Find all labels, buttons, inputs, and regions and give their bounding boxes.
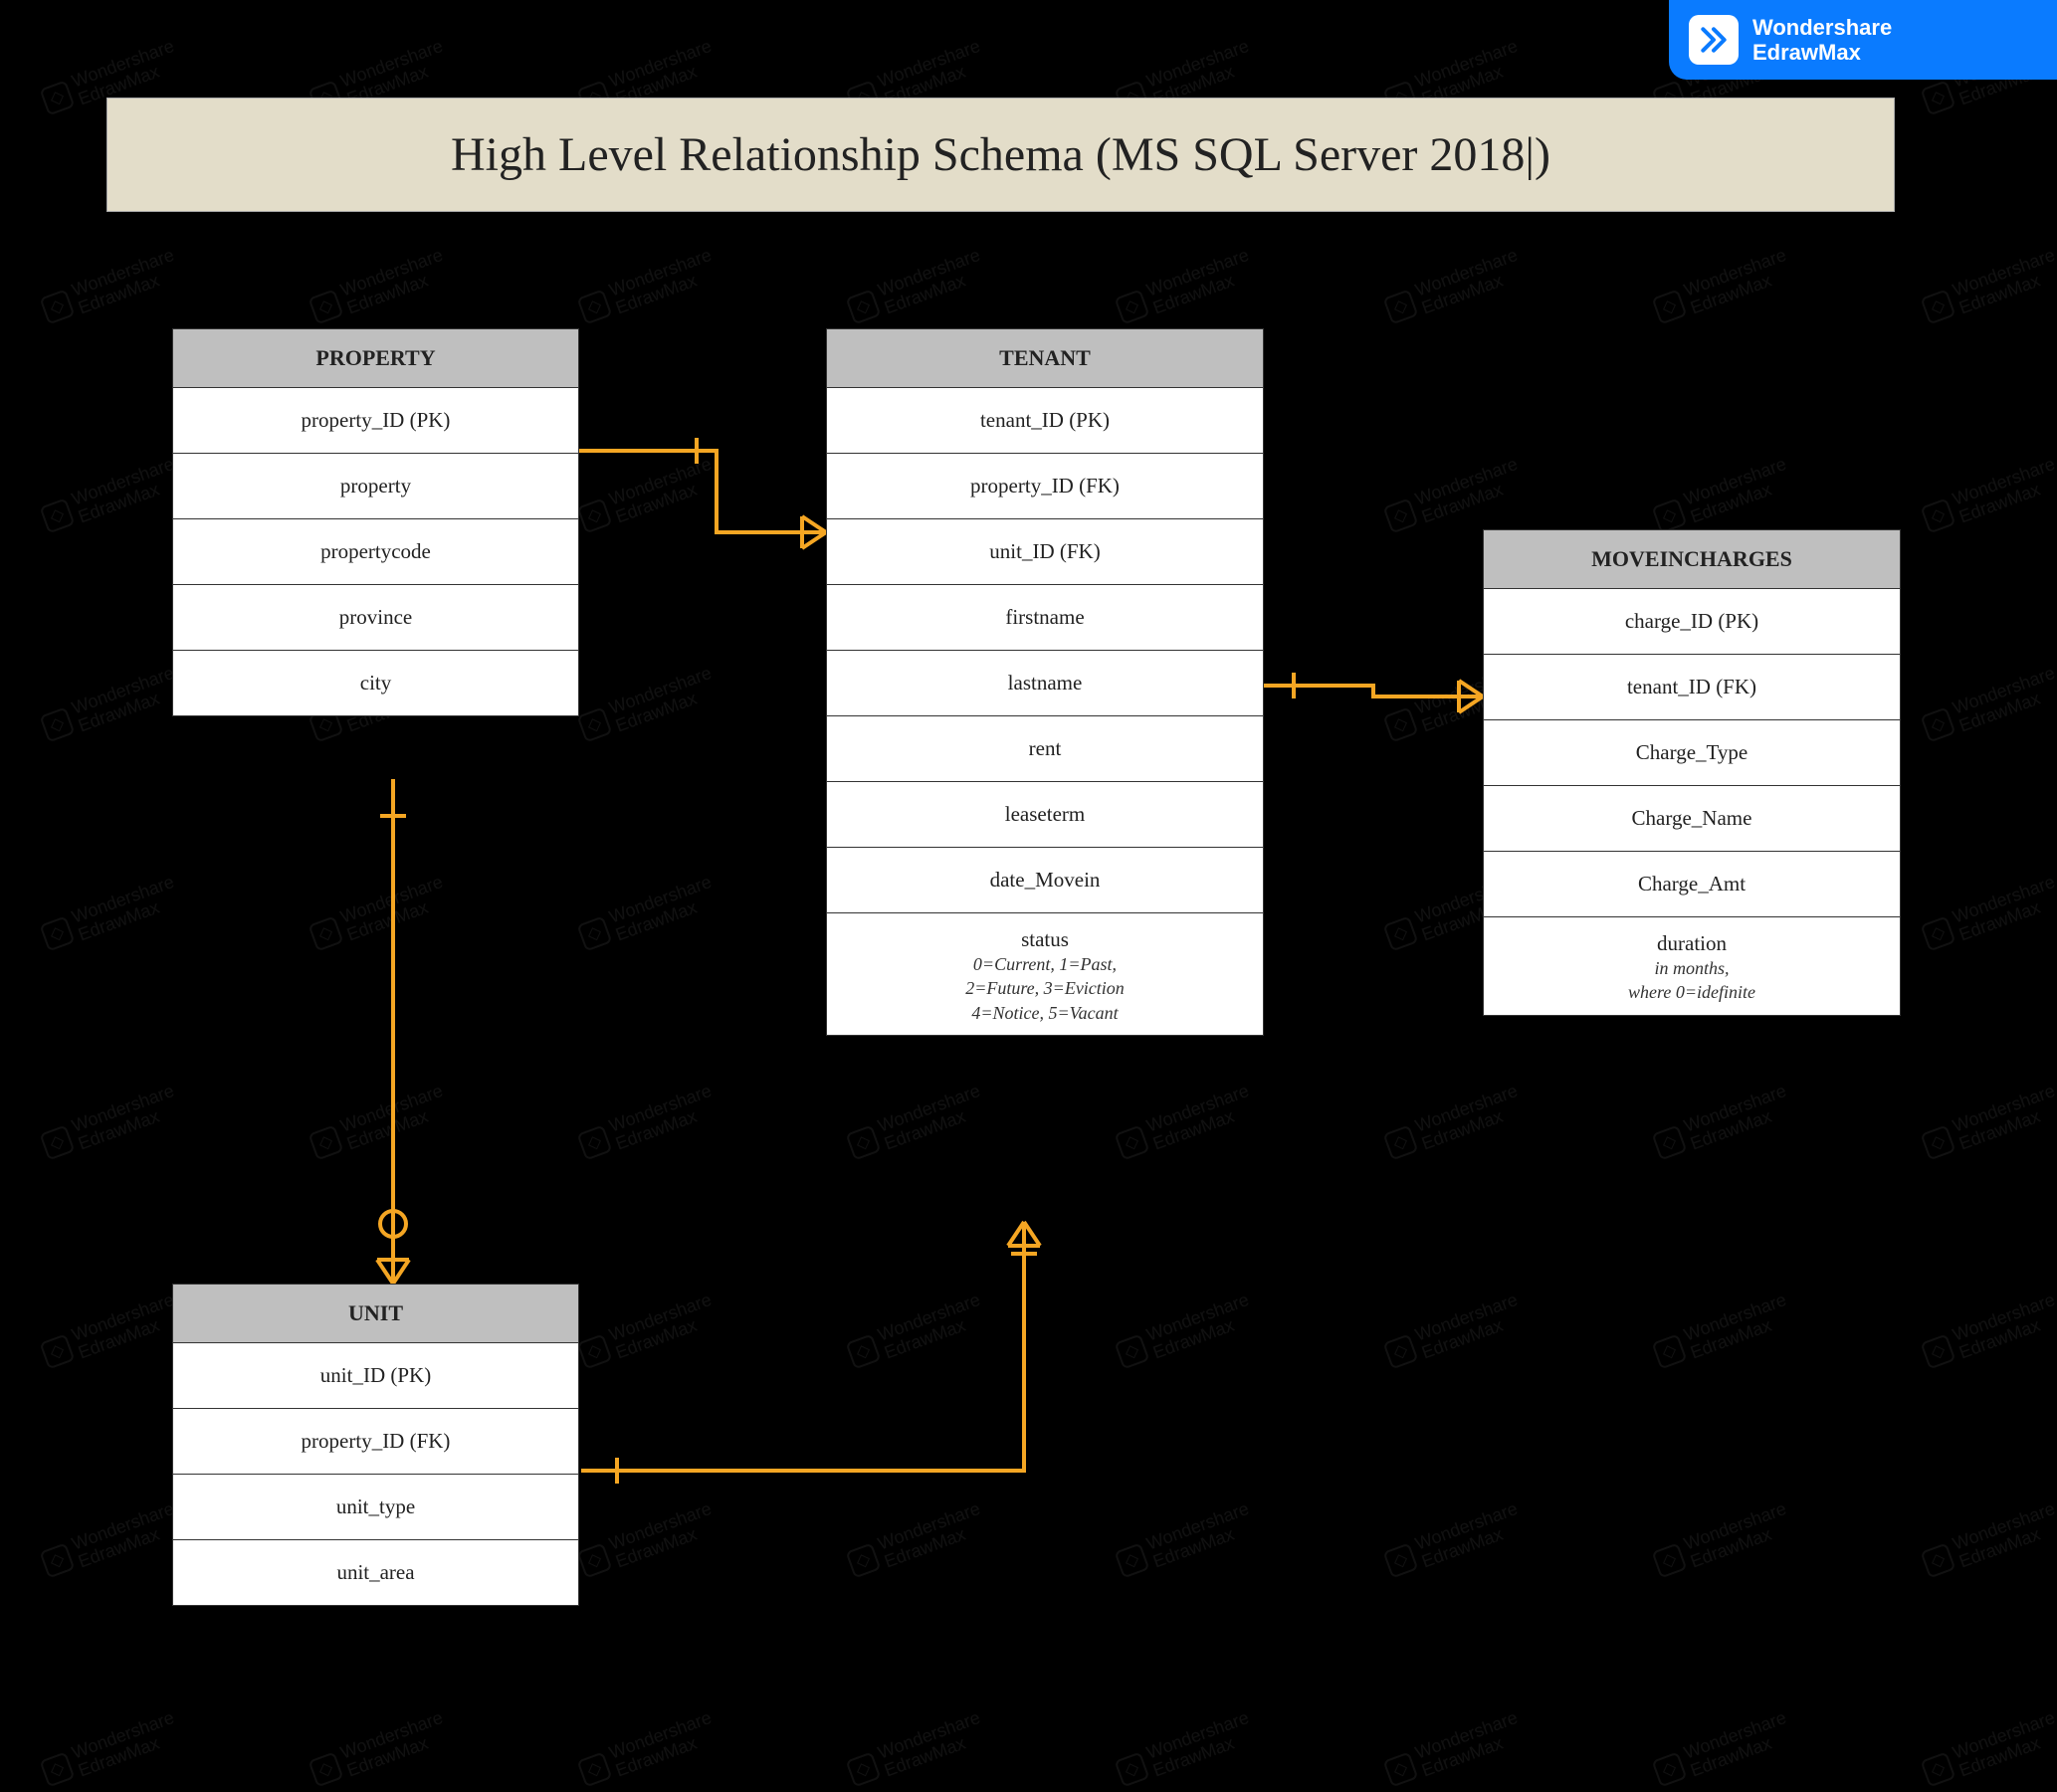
entity-property: PROPERTY property_ID (PK) property prope… xyxy=(172,328,579,716)
entity-unit-field: unit_area xyxy=(173,1540,578,1605)
entity-tenant-field: firstname xyxy=(827,585,1263,651)
entity-unit-field: unit_type xyxy=(173,1475,578,1540)
entity-moveincharges-field: tenant_ID (FK) xyxy=(1484,655,1900,720)
entity-tenant-status-sub: 2=Future, 3=Eviction xyxy=(835,976,1255,1000)
entity-moveincharges-field: Charge_Type xyxy=(1484,720,1900,786)
entity-tenant-field: rent xyxy=(827,716,1263,782)
entity-moveincharges-duration: duration in months, where 0=idefinite xyxy=(1484,917,1900,1015)
entity-tenant-status-label: status xyxy=(1021,927,1069,951)
diagram-canvas: ◇WondershareEdrawMax◇WondershareEdrawMax… xyxy=(0,0,2057,1755)
entity-property-field: property xyxy=(173,454,578,519)
entity-moveincharges-duration-sub: where 0=idefinite xyxy=(1492,980,1892,1004)
entity-unit: UNIT unit_ID (PK) property_ID (FK) unit_… xyxy=(172,1284,579,1606)
entity-tenant-field: tenant_ID (PK) xyxy=(827,388,1263,454)
entity-moveincharges-field: Charge_Amt xyxy=(1484,852,1900,917)
entity-tenant-field: lastname xyxy=(827,651,1263,716)
entity-unit-field: property_ID (FK) xyxy=(173,1409,578,1475)
brand-logo-icon xyxy=(1689,15,1739,65)
entity-moveincharges: MOVEINCHARGES charge_ID (PK) tenant_ID (… xyxy=(1483,529,1901,1016)
entity-property-header: PROPERTY xyxy=(173,329,578,388)
title-banner: High Level Relationship Schema (MS SQL S… xyxy=(106,98,1895,212)
entity-tenant-field: leaseterm xyxy=(827,782,1263,848)
title-text: High Level Relationship Schema (MS SQL S… xyxy=(451,127,1550,182)
brand-line1: Wondershare xyxy=(1752,15,1892,40)
entity-property-field: province xyxy=(173,585,578,651)
entity-tenant-status-sub: 0=Current, 1=Past, xyxy=(835,952,1255,976)
entity-tenant: TENANT tenant_ID (PK) property_ID (FK) u… xyxy=(826,328,1264,1036)
entity-tenant-header: TENANT xyxy=(827,329,1263,388)
brand-line2: EdrawMax xyxy=(1752,40,1892,65)
entity-moveincharges-duration-label: duration xyxy=(1657,931,1727,955)
entity-tenant-field: unit_ID (FK) xyxy=(827,519,1263,585)
entity-moveincharges-field: Charge_Name xyxy=(1484,786,1900,852)
entity-tenant-field: property_ID (FK) xyxy=(827,454,1263,519)
entity-property-field: city xyxy=(173,651,578,715)
entity-tenant-status: status 0=Current, 1=Past, 2=Future, 3=Ev… xyxy=(827,913,1263,1035)
brand-badge: Wondershare EdrawMax xyxy=(1669,0,2057,80)
entity-tenant-field: date_Movein xyxy=(827,848,1263,913)
entity-moveincharges-header: MOVEINCHARGES xyxy=(1484,530,1900,589)
entity-property-field: property_ID (PK) xyxy=(173,388,578,454)
entity-unit-field: unit_ID (PK) xyxy=(173,1343,578,1409)
entity-unit-header: UNIT xyxy=(173,1285,578,1343)
brand-text: Wondershare EdrawMax xyxy=(1752,15,1892,66)
entity-property-field: propertycode xyxy=(173,519,578,585)
entity-tenant-status-sub: 4=Notice, 5=Vacant xyxy=(835,1001,1255,1025)
entity-moveincharges-duration-sub: in months, xyxy=(1492,956,1892,980)
entity-moveincharges-field: charge_ID (PK) xyxy=(1484,589,1900,655)
